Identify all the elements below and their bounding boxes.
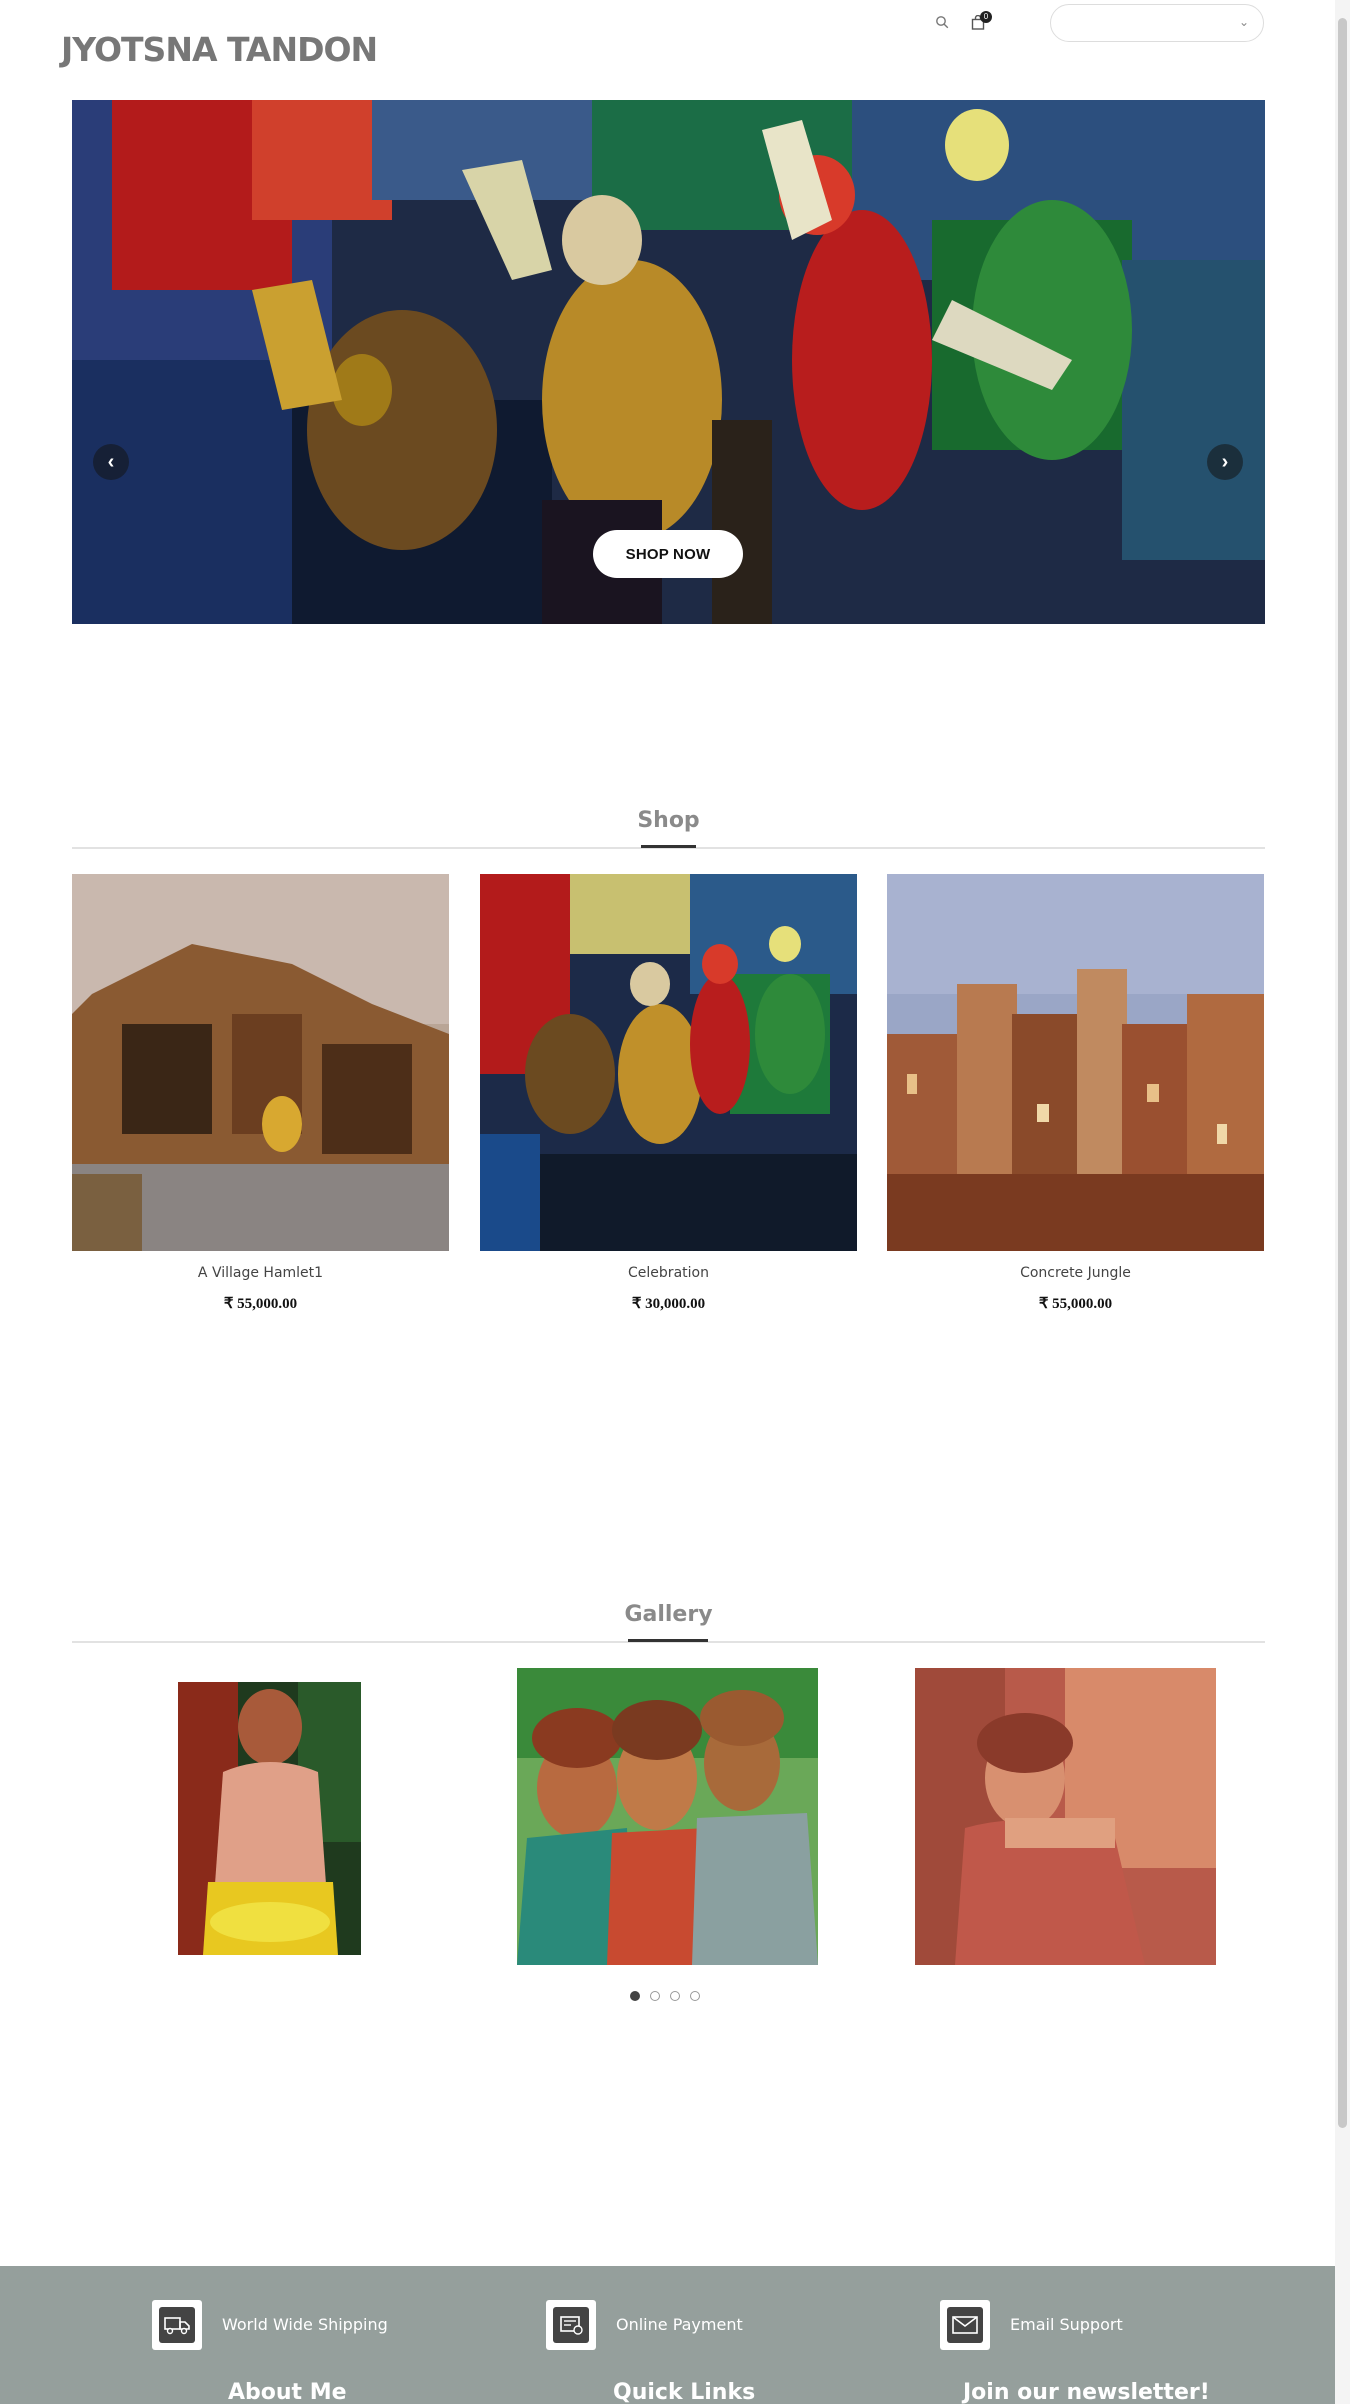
chevron-right-icon[interactable]: › (1207, 444, 1243, 480)
gallery-dot-2[interactable] (650, 1991, 660, 2001)
footer-heading-newsletter: Join our newsletter! (963, 2380, 1210, 2404)
product-name[interactable]: A Village Hamlet1 (72, 1265, 449, 1281)
footer-heading-quick-links: Quick Links (613, 2380, 756, 2404)
product-image-concrete-jungle[interactable] (887, 874, 1264, 1251)
cart-count-badge: 0 (980, 11, 992, 23)
product-image-village-hamlet[interactable] (72, 874, 449, 1251)
product-price: ₹ 55,000.00 (1038, 1296, 1113, 1312)
product-name[interactable]: Concrete Jungle (887, 1265, 1264, 1281)
envelope-icon (940, 2300, 990, 2350)
shop-now-button[interactable]: SHOP NOW (593, 530, 743, 578)
product-image-celebration[interactable] (480, 874, 857, 1251)
product-price: ₹ 30,000.00 (631, 1296, 706, 1312)
gallery-title-underline (628, 1639, 708, 1642)
feature-label: World Wide Shipping (222, 2315, 388, 2334)
gallery-dot-4[interactable] (690, 1991, 700, 2001)
footer-heading-about: About Me (228, 2380, 347, 2404)
chevron-down-icon: ⌄ (1238, 15, 1249, 29)
shop-section-title: Shop (637, 808, 700, 833)
gallery-image-seated-woman[interactable] (915, 1668, 1216, 1965)
gallery-image-woman-back[interactable] (178, 1682, 361, 1955)
scrollbar-thumb[interactable] (1338, 18, 1347, 2128)
chevron-left-icon[interactable]: ‹ (93, 444, 129, 480)
gallery-image-three-women[interactable] (517, 1668, 818, 1965)
gallery-pagination (630, 1991, 700, 2001)
page: JYOTSNA TANDON 0 ⌄ ‹ › SHOP NOW Shop A V… (0, 0, 1350, 2404)
payment-card-icon (546, 2300, 596, 2350)
feature-label: Online Payment (616, 2315, 743, 2334)
feature-label: Email Support (1010, 2315, 1123, 2334)
product-name[interactable]: Celebration (480, 1265, 857, 1281)
gallery-section-title: Gallery (624, 1602, 713, 1627)
header-select-dropdown[interactable]: ⌄ (1050, 4, 1264, 42)
truck-icon (152, 2300, 202, 2350)
shop-title-underline (641, 845, 696, 848)
site-logo[interactable]: JYOTSNA TANDON (61, 30, 378, 69)
gallery-dot-1[interactable] (630, 1991, 640, 2001)
search-icon[interactable] (932, 12, 952, 32)
gallery-dot-3[interactable] (670, 1991, 680, 2001)
product-price: ₹ 55,000.00 (223, 1296, 298, 1312)
page-scrollbar[interactable] (1335, 0, 1350, 2404)
